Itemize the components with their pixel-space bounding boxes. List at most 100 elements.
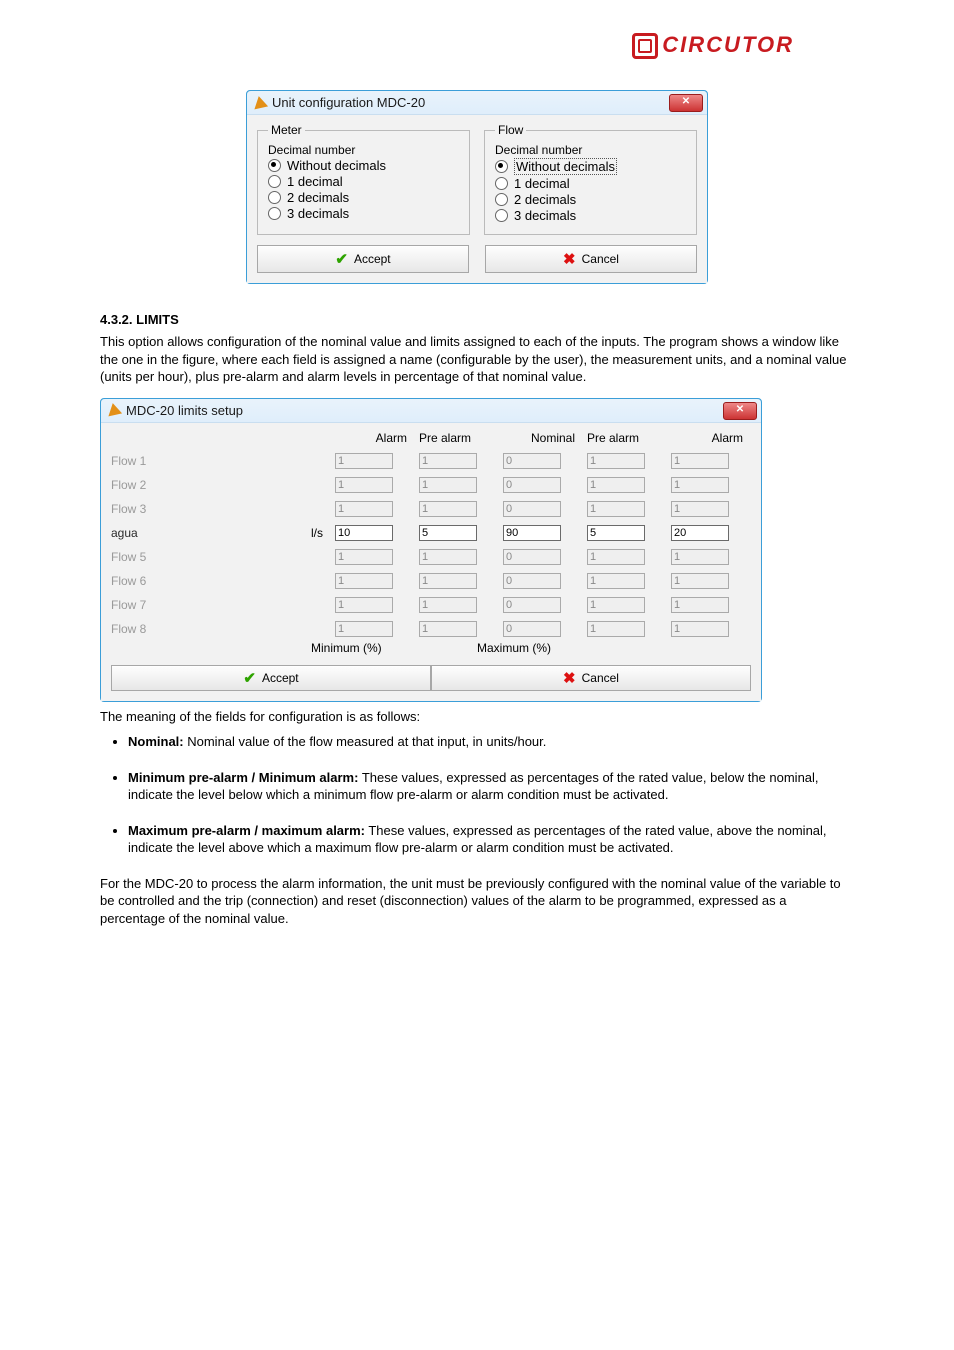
cancel-button[interactable]: ✖Cancel: [431, 665, 751, 691]
row-label: Flow 3: [111, 502, 261, 516]
cell-p2: [587, 621, 645, 637]
cell-n: [503, 453, 561, 469]
meter-group: Meter Decimal number Without decimals 1 …: [257, 123, 470, 235]
cell-n[interactable]: [503, 525, 561, 541]
cell-p1: [419, 501, 477, 517]
flow-group: Flow Decimal number Without decimals 1 d…: [484, 123, 697, 235]
cell-p2: [587, 453, 645, 469]
app-icon: [107, 403, 121, 417]
cell-n: [503, 573, 561, 589]
meter-legend: Meter: [268, 123, 305, 137]
dialog-titlebar: MDC-20 limits setup ✕: [101, 399, 761, 423]
cell-a1: [335, 621, 393, 637]
cell-p1: [419, 621, 477, 637]
cell-a1: [335, 477, 393, 493]
list-item: Maximum pre-alarm / maximum alarm: These…: [128, 822, 854, 857]
cell-a1[interactable]: [335, 525, 393, 541]
flow-opt-2[interactable]: 2 decimals: [495, 192, 686, 207]
unit-config-dialog: Unit configuration MDC-20 ✕ Meter Decima…: [246, 90, 708, 284]
flow-opt-3[interactable]: 3 decimals: [495, 208, 686, 223]
cell-p2: [587, 477, 645, 493]
flow-opt-0[interactable]: Without decimals: [495, 158, 686, 175]
cell-a1: [335, 573, 393, 589]
row-label: Flow 8: [111, 622, 261, 636]
list-item: Minimum pre-alarm / Minimum alarm: These…: [128, 769, 854, 804]
cell-p2: [587, 501, 645, 517]
cell-a1: [335, 501, 393, 517]
meter-heading: Decimal number: [268, 143, 459, 157]
dialog-titlebar: Unit configuration MDC-20 ✕: [247, 91, 707, 115]
radio-icon: [495, 193, 508, 206]
row-label: Flow 2: [111, 478, 261, 492]
close-button[interactable]: ✕: [669, 94, 703, 112]
cell-a1: [335, 549, 393, 565]
cell-p2: [587, 597, 645, 613]
cell-p1: [419, 453, 477, 469]
accept-button[interactable]: ✔Accept: [111, 665, 431, 691]
radio-icon: [495, 160, 508, 173]
cell-n: [503, 477, 561, 493]
cell-p1: [419, 597, 477, 613]
meter-opt-3[interactable]: 3 decimals: [268, 206, 459, 221]
check-icon: ✔: [335, 250, 348, 268]
col-pre2: Pre alarm: [587, 431, 659, 445]
cell-p1: [419, 477, 477, 493]
max-label: Maximum (%): [477, 641, 551, 655]
cell-a1: [335, 453, 393, 469]
cell-a2: [671, 477, 729, 493]
cross-icon: ✖: [563, 669, 576, 687]
radio-icon: [268, 191, 281, 204]
cell-a2[interactable]: [671, 525, 729, 541]
flow-legend: Flow: [495, 123, 526, 137]
radio-icon: [495, 209, 508, 222]
radio-icon: [268, 207, 281, 220]
accept-button[interactable]: ✔Accept: [257, 245, 469, 273]
radio-icon: [495, 177, 508, 190]
meter-opt-0[interactable]: Without decimals: [268, 158, 459, 173]
row-label: Flow 7: [111, 598, 261, 612]
cancel-button[interactable]: ✖Cancel: [485, 245, 697, 273]
app-icon: [253, 96, 267, 110]
row-label: agua: [111, 526, 261, 540]
cell-p1: [419, 573, 477, 589]
row-label: Flow 5: [111, 550, 261, 564]
col-alarm1: Alarm: [335, 431, 407, 445]
after-note: For the MDC-20 to process the alarm info…: [100, 875, 854, 928]
check-icon: ✔: [243, 669, 256, 687]
dialog-title: MDC-20 limits setup: [126, 403, 243, 418]
cell-p2: [587, 573, 645, 589]
cross-icon: ✖: [563, 250, 576, 268]
cell-n: [503, 597, 561, 613]
meter-opt-2[interactable]: 2 decimals: [268, 190, 459, 205]
definitions-list: Nominal: Nominal value of the flow measu…: [104, 733, 854, 857]
row-label: Flow 6: [111, 574, 261, 588]
brand-logo: CIRCUTOR: [632, 32, 794, 59]
cell-p2[interactable]: [587, 525, 645, 541]
radio-icon: [268, 159, 281, 172]
dialog-title: Unit configuration MDC-20: [272, 95, 425, 110]
min-label: Minimum (%): [311, 641, 382, 655]
cell-p1: [419, 549, 477, 565]
cell-n: [503, 549, 561, 565]
col-nom: Nominal: [503, 431, 575, 445]
list-item: Nominal: Nominal value of the flow measu…: [128, 733, 854, 751]
cell-n: [503, 621, 561, 637]
radio-icon: [268, 175, 281, 188]
row-label: Flow 1: [111, 454, 261, 468]
flow-opt-1[interactable]: 1 decimal: [495, 176, 686, 191]
meter-opt-1[interactable]: 1 decimal: [268, 174, 459, 189]
cell-a2: [671, 621, 729, 637]
limits-dialog: MDC-20 limits setup ✕ Alarm Pre alarm No…: [100, 398, 762, 702]
brand-text: CIRCUTOR: [662, 32, 794, 57]
close-button[interactable]: ✕: [723, 402, 757, 420]
cell-n: [503, 501, 561, 517]
cell-p1[interactable]: [419, 525, 477, 541]
brand-mark-icon: [632, 33, 658, 59]
row-unit: l/s: [273, 526, 323, 540]
cell-a2: [671, 453, 729, 469]
cell-a1: [335, 597, 393, 613]
section-heading: 4.3.2. LIMITS: [100, 312, 854, 327]
cell-a2: [671, 549, 729, 565]
cell-p2: [587, 549, 645, 565]
cell-a2: [671, 573, 729, 589]
